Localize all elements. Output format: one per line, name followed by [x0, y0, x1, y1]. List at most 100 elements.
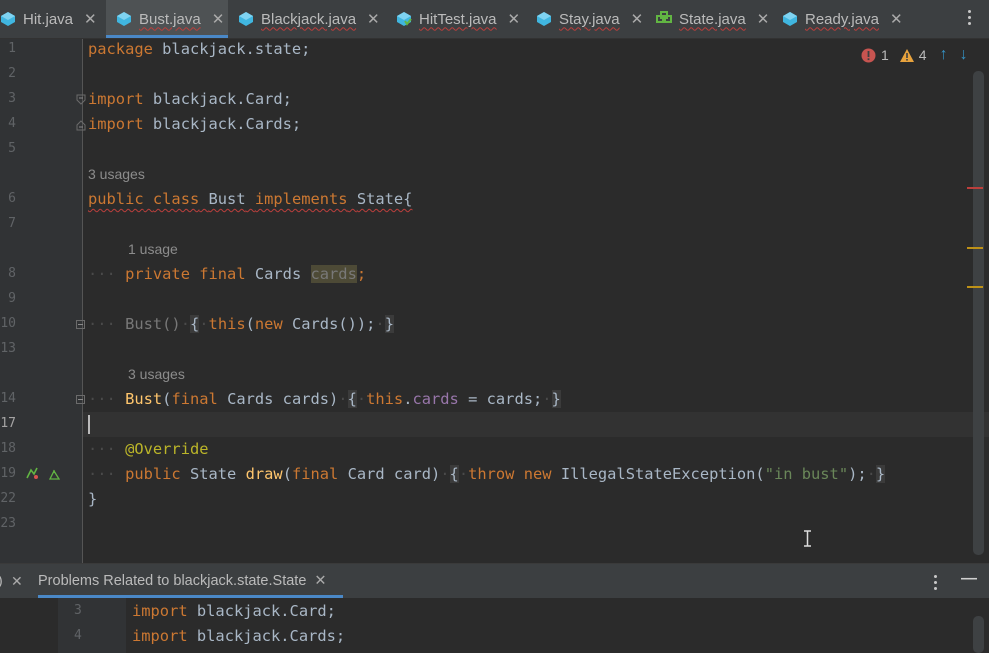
- unused-field: cards: [310, 265, 357, 283]
- problems-gutter: [58, 598, 126, 653]
- error-stripe-marker[interactable]: [967, 187, 983, 189]
- close-tab-icon[interactable]: ✕: [212, 10, 225, 28]
- close-tab-icon[interactable]: ✕: [757, 10, 770, 28]
- fold-import-icon[interactable]: [76, 94, 86, 106]
- code-line[interactable]: }: [88, 489, 97, 509]
- tab-options-kebab-icon[interactable]: [968, 10, 972, 28]
- code-line[interactable]: ··· Bust(final Cards cards)·{·this.cards…: [88, 389, 561, 409]
- folded-brace-open[interactable]: {: [347, 390, 357, 408]
- line-number: 3: [8, 91, 16, 106]
- implements-method-icon[interactable]: [49, 469, 60, 480]
- code-line[interactable]: import blackjack.Cards;: [132, 626, 345, 646]
- java-class-icon: [537, 12, 551, 26]
- code-line[interactable]: ··· @Override: [88, 439, 209, 459]
- java-class-icon: [239, 12, 253, 26]
- tab-hit-java[interactable]: Hit.java ✕: [0, 0, 104, 38]
- method-name: draw: [245, 465, 283, 483]
- tab-ready-java[interactable]: Ready.java ✕: [782, 0, 903, 38]
- tab-label: Blackjack.java: [261, 10, 357, 28]
- import-path: blackjack.Cards;: [196, 627, 346, 645]
- keyword-this: this: [366, 390, 404, 408]
- code-line[interactable]: import blackjack.Card;: [88, 89, 292, 109]
- folded-brace-close[interactable]: }: [551, 390, 561, 408]
- warning-stripe-marker[interactable]: [967, 286, 983, 288]
- usages-hint[interactable]: 3 usages: [88, 166, 145, 182]
- code-line[interactable]: import blackjack.Cards;: [88, 114, 301, 134]
- editor-scrollbar[interactable]: [973, 71, 984, 555]
- line-number: 1: [8, 41, 16, 56]
- code-line[interactable]: ··· Bust()·{·this(new Cards());·}: [88, 314, 394, 334]
- run-debug-icon[interactable]: [25, 466, 39, 480]
- problems-panel: ) ✕ Problems Related to blackjack.state.…: [0, 563, 989, 653]
- inspection-widget[interactable]: 1 4 ↑ ↓: [861, 46, 968, 64]
- usages-hint[interactable]: 3 usages: [128, 366, 185, 382]
- keyword-private: private: [125, 265, 190, 283]
- problems-scrollbar[interactable]: [973, 616, 984, 653]
- class-name: Bust: [208, 190, 246, 208]
- interface-name: State{: [356, 190, 413, 208]
- return-type: State: [189, 465, 237, 483]
- folded-brace-open[interactable]: {: [449, 465, 459, 483]
- fold-import-end-icon[interactable]: [76, 119, 86, 131]
- package-name: blackjack.state;: [162, 40, 311, 58]
- previous-tab-fragment[interactable]: ): [0, 572, 3, 588]
- close-tab-icon[interactable]: ✕: [11, 573, 23, 590]
- warning-stripe-marker[interactable]: [967, 247, 983, 249]
- previous-problem-icon[interactable]: ↑: [940, 46, 948, 64]
- tab-problems-related[interactable]: Problems Related to blackjack.state.Stat…: [38, 564, 327, 598]
- close-tab-icon[interactable]: ✕: [890, 10, 903, 28]
- panel-options-kebab-icon[interactable]: [934, 575, 938, 593]
- folded-brace-open[interactable]: {: [189, 315, 200, 333]
- folded-brace-close[interactable]: }: [384, 315, 394, 333]
- keyword-throw: throw: [468, 465, 515, 483]
- line-number: 17: [0, 416, 16, 431]
- tab-stay-java[interactable]: Stay.java ✕: [536, 0, 643, 38]
- close-tab-icon[interactable]: ✕: [508, 10, 521, 28]
- close-tab-icon[interactable]: ✕: [84, 10, 97, 28]
- constructor-call: Cards());: [292, 315, 376, 333]
- code-line[interactable]: ··· private final Cards cards;: [88, 264, 366, 284]
- keyword-class: class: [152, 190, 200, 208]
- fold-constructor-icon[interactable]: [76, 320, 85, 329]
- keyword-implements: implements: [254, 190, 348, 208]
- java-class-icon: [117, 12, 131, 26]
- constructor-name: Bust: [125, 390, 163, 408]
- paren: (: [245, 315, 255, 333]
- tab-blackjack-java[interactable]: Blackjack.java ✕: [238, 0, 380, 38]
- keyword-final: final: [171, 390, 218, 408]
- tab-state-java[interactable]: State.java ✕: [656, 0, 769, 38]
- line-number: 10: [0, 316, 16, 331]
- folded-brace-close[interactable]: }: [875, 465, 886, 483]
- close-tab-icon[interactable]: ✕: [367, 10, 380, 28]
- keyword-this: this: [208, 315, 246, 333]
- usages-hint[interactable]: 1 usage: [128, 241, 178, 257]
- line-number: 5: [8, 141, 16, 156]
- code-line[interactable]: import blackjack.Card;: [132, 601, 336, 621]
- line-number: 8: [8, 266, 16, 281]
- code-line[interactable]: public class Bust implements State{: [88, 189, 412, 209]
- code-line[interactable]: package blackjack.state;: [88, 39, 310, 59]
- editor-tab-bar: Hit.java ✕ Bust.java ✕ Blackjack.java ✕ …: [0, 0, 989, 39]
- parameters: Card card): [347, 465, 441, 483]
- line-number: 19: [0, 466, 16, 481]
- warning-icon: [899, 48, 914, 62]
- exception-call: IllegalStateException(: [560, 465, 765, 483]
- statement-end: );: [848, 465, 867, 483]
- tab-label: Stay.java: [559, 10, 620, 28]
- tab-hittest-java[interactable]: HitTest.java ✕: [396, 0, 520, 38]
- next-problem-icon[interactable]: ↓: [960, 46, 968, 64]
- line-number: 2: [8, 66, 16, 81]
- minimize-icon[interactable]: —: [961, 570, 977, 588]
- code-line[interactable]: ··· public State draw(final Card card)·{…: [88, 464, 886, 484]
- close-tab-icon[interactable]: ✕: [314, 573, 326, 589]
- close-tab-icon[interactable]: ✕: [631, 10, 644, 28]
- warning-count: 4: [918, 47, 927, 63]
- fold-constructor-icon[interactable]: [76, 395, 85, 404]
- line-number: 7: [8, 216, 16, 231]
- current-line-highlight: [83, 412, 989, 437]
- keyword-import: import: [88, 90, 144, 108]
- tab-bust-java[interactable]: Bust.java ✕: [106, 0, 228, 38]
- line-number: 14: [0, 391, 16, 406]
- keyword-import: import: [132, 627, 188, 645]
- line-number: 6: [8, 191, 16, 206]
